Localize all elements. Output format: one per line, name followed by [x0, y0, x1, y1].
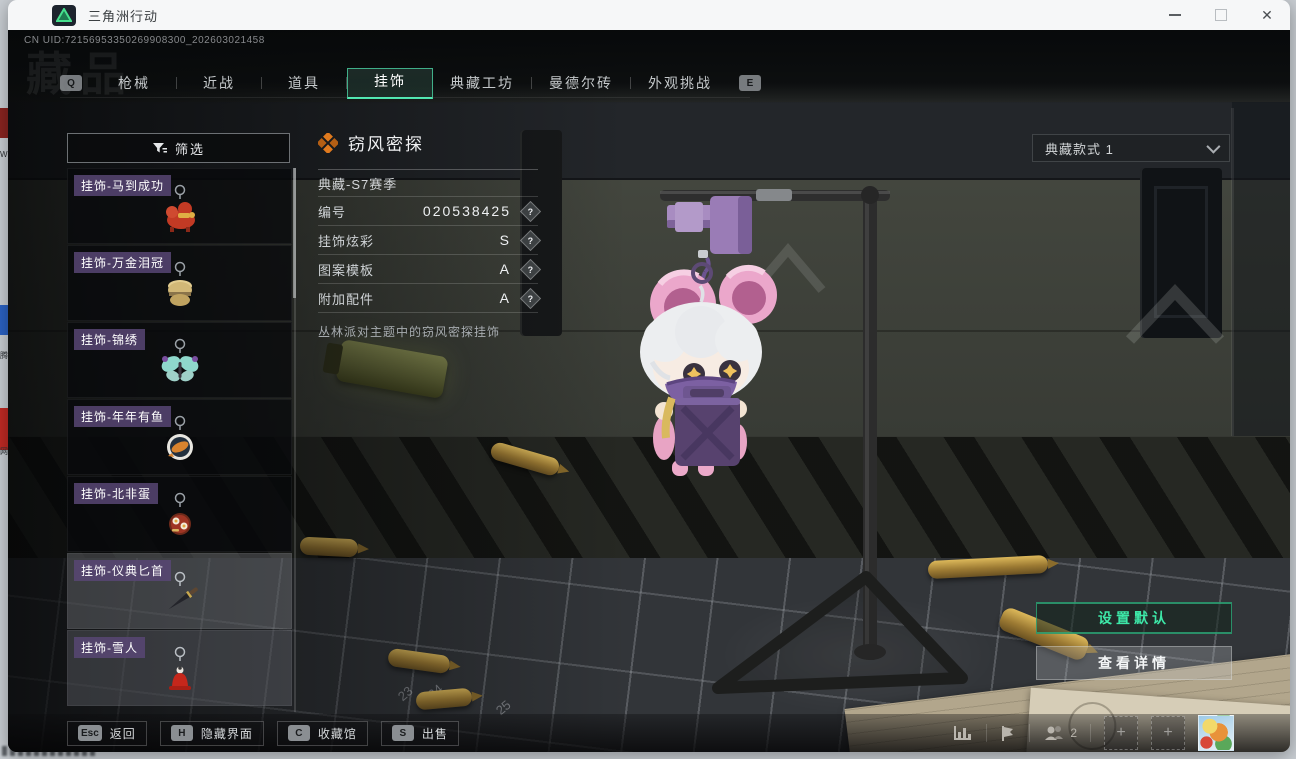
item-label: 挂饰-锦绣 [74, 329, 145, 350]
shortcut-group: Esc 返回 H 隐藏界面 C 收藏馆 S 出售 [67, 720, 459, 746]
item-thumbnail [166, 415, 193, 460]
window-title: 三角洲行动 [88, 8, 159, 24]
filter-icon [152, 142, 167, 152]
help-icon[interactable]: ? [519, 229, 542, 251]
minimize-button[interactable] [1152, 0, 1198, 30]
tabbar-underline [60, 97, 750, 98]
tab-melee[interactable]: 近战 [177, 69, 261, 97]
filter-label: 筛选 [174, 141, 205, 157]
desktop-icon-label: W [0, 150, 8, 159]
stats-icon[interactable] [953, 725, 973, 741]
tab-charms[interactable]: 挂饰 [347, 67, 433, 99]
charm-display-stand[interactable] [580, 180, 1000, 725]
style-dropdown[interactable]: 典藏款式 1 [1032, 134, 1230, 162]
invite-slot-button[interactable]: + [1151, 716, 1185, 750]
tab-guns[interactable]: 枪械 [92, 69, 176, 97]
charm-rarity-icon [318, 132, 338, 153]
sidebar-scrollbar-thumb[interactable] [293, 168, 296, 298]
item-thumbnail [167, 261, 192, 306]
shortcut-back[interactable]: Esc 返回 [67, 720, 147, 746]
desktop-icon-fragment [0, 108, 8, 138]
charm-title-row: 窃风密探 [318, 130, 538, 170]
view-details-button[interactable]: 查看详情 [1036, 646, 1232, 680]
item-thumbnail [168, 492, 191, 535]
social-icon-group: 2 + + [953, 715, 1234, 751]
tab-appearance-challenge[interactable]: 外观挑战 [631, 69, 729, 97]
item-label: 挂饰-北非蛋 [74, 483, 158, 504]
detail-row-colorway: 挂饰炫彩 S ? [318, 226, 542, 255]
crate-chevron-mark [1125, 283, 1225, 344]
charm-figure [640, 262, 777, 476]
item-thumbnail [165, 184, 195, 232]
shortcut-collection-hall[interactable]: C 收藏馆 [276, 720, 368, 746]
charm-list-item[interactable]: 挂饰-锦绣 [67, 322, 292, 398]
key-hint-e[interactable]: E [739, 75, 761, 91]
desktop-icon-label: 网 [0, 447, 8, 456]
invite-slot-button[interactable]: + [1104, 716, 1138, 750]
detail-row-serial: 编号 020538425 ? [318, 197, 542, 226]
tab-collection-workshop[interactable]: 典藏工坊 [433, 69, 531, 97]
charm-list-item[interactable]: 挂饰-马到成功 [67, 168, 292, 244]
flag-icon[interactable] [1000, 724, 1016, 742]
window-controls: ✕ [1152, 0, 1290, 30]
maximize-icon [1215, 9, 1227, 21]
account-uid: CN UID:72156953350269908300_202603021458 [24, 35, 265, 46]
key-hint-q[interactable]: Q [60, 75, 82, 91]
bottom-bar: Esc 返回 H 隐藏界面 C 收藏馆 S 出售 2 + + [8, 714, 1290, 752]
item-thumbnail [168, 571, 198, 610]
clamp [667, 196, 752, 274]
charm-description: 丛林派对主题中的窃风密探挂饰 [318, 325, 501, 339]
charm-list-item[interactable]: 挂饰-仪典匕首 [67, 553, 292, 629]
crate-edge-highlight [1231, 108, 1234, 438]
desktop-edge: W 腾 网 [0, 0, 8, 759]
filter-button[interactable]: 筛选 [67, 133, 290, 163]
avatar-sticker[interactable] [1198, 715, 1234, 751]
set-default-button[interactable]: 设置默认 [1036, 602, 1232, 634]
game-content: 23 24 25 [8, 30, 1290, 752]
chevron-down-icon [1206, 139, 1221, 154]
minimize-icon [1169, 14, 1181, 16]
detail-row-accessory: 附加配件 A ? [318, 284, 542, 313]
charm-name: 窃风密探 [348, 135, 424, 154]
tab-props[interactable]: 道具 [262, 69, 346, 97]
team-icon[interactable]: 2 [1043, 725, 1077, 741]
app-logo-icon [52, 4, 76, 26]
app-window: 三角洲行动 ✕ CN UID:72156953350269908300_2026… [8, 0, 1290, 752]
close-icon: ✕ [1261, 6, 1273, 23]
charm-list-item[interactable]: 挂饰-北非蛋 [67, 476, 292, 552]
title-bar: 三角洲行动 ✕ [8, 0, 1290, 30]
desktop-icon-fragment [0, 408, 8, 450]
close-button[interactable]: ✕ [1244, 0, 1290, 30]
help-icon[interactable]: ? [519, 287, 542, 309]
shortcut-sell[interactable]: S 出售 [380, 720, 459, 746]
style-dropdown-value: 典藏款式 1 [1045, 141, 1114, 157]
season-row: 典藏-S7赛季 [318, 170, 538, 197]
desktop-icon-fragment [0, 305, 8, 335]
team-count: 2 [1070, 726, 1077, 740]
screen: W 腾 网 三角洲行动 ✕ CN UID:7215695335026990830… [0, 0, 1296, 759]
charm-detail-panel: 窃风密探 典藏-S7赛季 编号 020538425 ? 挂饰炫彩 S ? 图案模… [318, 130, 542, 340]
shortcut-hide-ui[interactable]: H 隐藏界面 [159, 720, 264, 746]
help-icon[interactable]: ? [519, 200, 542, 222]
charm-list-item[interactable]: 挂饰-万金泪冠 [67, 245, 292, 321]
detail-row-pattern: 图案模板 A ? [318, 255, 542, 284]
help-icon[interactable]: ? [519, 258, 542, 280]
category-tabbar: Q 枪械 近战 道具 挂饰 典藏工坊 曼德尔砖 外观挑战 E [60, 67, 761, 99]
charm-list-item[interactable]: 挂饰-年年有鱼 [67, 399, 292, 475]
item-thumbnail [168, 646, 191, 690]
desktop-icon-label: 腾 [0, 351, 8, 360]
crate-right-panel [1232, 102, 1290, 442]
icon-separator [1029, 724, 1031, 742]
icon-separator [986, 724, 988, 742]
item-label: 挂饰-雪人 [74, 637, 145, 658]
item-thumbnail [161, 338, 198, 382]
icon-separator [1090, 724, 1091, 742]
maximize-button[interactable] [1198, 0, 1244, 30]
charm-list-item[interactable]: 挂饰-雪人 [67, 630, 292, 706]
tab-mandel-brick[interactable]: 曼德尔砖 [532, 69, 630, 97]
